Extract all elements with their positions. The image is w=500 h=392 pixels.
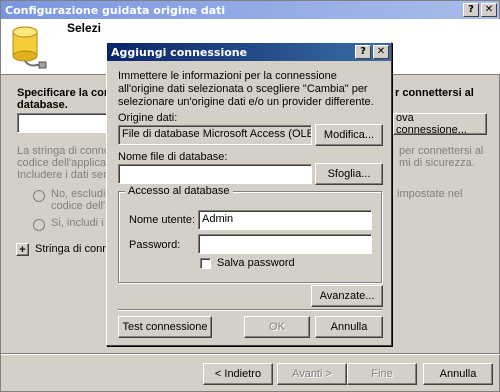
- wizard-cancel-button[interactable]: Annulla: [423, 363, 493, 385]
- dialog-close-button[interactable]: ✕: [373, 45, 389, 59]
- database-access-title: Accesso al database: [125, 185, 233, 197]
- dialog-titlebar[interactable]: Aggiungi connessione ? ✕: [107, 43, 391, 61]
- radio-exclude[interactable]: [33, 190, 45, 202]
- dialog-separator: [118, 309, 382, 311]
- specify-label-2: database.: [17, 99, 68, 111]
- next-button[interactable]: Avanti >: [277, 363, 347, 385]
- dialog-intro: Immettere le informazioni per la conness…: [118, 70, 374, 108]
- desc-line-1: La stringa di connes: [17, 145, 116, 157]
- close-button[interactable]: ✕: [481, 3, 497, 17]
- file-input[interactable]: [118, 164, 312, 184]
- file-label: Nome file di database:: [118, 151, 228, 163]
- wizard-header-title: Selezi: [67, 21, 102, 35]
- source-field: File di database Microsoft Access (OLE D…: [118, 125, 312, 145]
- specify-label-right: r connettersi al: [395, 87, 474, 99]
- add-connection-dialog: Aggiungi connessione ? ✕ Immettere le in…: [106, 42, 392, 346]
- modify-button[interactable]: Modifica...: [315, 124, 383, 146]
- specify-label: Specificare la conn: [17, 87, 118, 99]
- advanced-button[interactable]: Avanzate...: [311, 285, 383, 307]
- database-icon: [12, 26, 47, 69]
- help-button[interactable]: ?: [463, 3, 479, 17]
- dialog-title: Aggiungi connessione: [111, 45, 248, 59]
- connection-select[interactable]: [17, 113, 109, 133]
- wizard-title: Configurazione guidata origine dati: [5, 3, 226, 17]
- new-connection-button[interactable]: ova connessione...: [393, 112, 487, 136]
- save-password-checkbox[interactable]: [200, 258, 211, 269]
- test-connection-button[interactable]: Test connessione: [118, 316, 212, 338]
- save-password-label: Salva password: [217, 257, 295, 269]
- radio-include[interactable]: [33, 219, 45, 231]
- back-button[interactable]: < Indietro: [203, 363, 273, 385]
- radio-exclude-label-right: impostate nel: [397, 188, 463, 200]
- password-label: Password:: [129, 239, 181, 251]
- username-input[interactable]: Admin: [198, 210, 372, 230]
- desc-right-1: per connettersi al: [399, 145, 484, 157]
- ok-button[interactable]: OK: [244, 316, 310, 338]
- desc-right-2: mi di sicurezza.: [399, 157, 475, 169]
- source-label: Origine dati:: [118, 112, 178, 124]
- wizard-bottom-separator: [1, 353, 500, 355]
- expand-icon[interactable]: +: [16, 243, 29, 256]
- dialog-cancel-button[interactable]: Annulla: [315, 316, 383, 338]
- dialog-help-button[interactable]: ?: [355, 45, 371, 59]
- finish-button[interactable]: Fine: [347, 363, 417, 385]
- username-label: Nome utente:: [129, 214, 196, 226]
- password-input[interactable]: [198, 234, 372, 254]
- browse-button[interactable]: Sfoglia...: [315, 163, 383, 185]
- wizard-titlebar[interactable]: Configurazione guidata origine dati ? ✕: [1, 1, 499, 19]
